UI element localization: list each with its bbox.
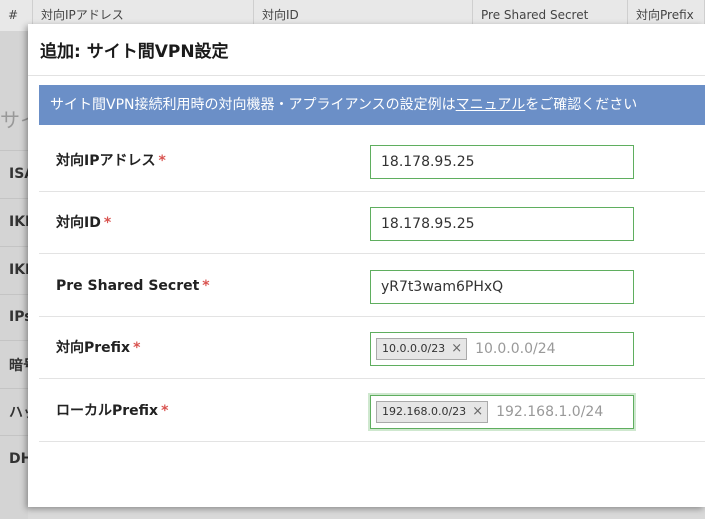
background-heading: サイ [0,108,28,132]
peer-ip-label: 対向IPアドレス * [56,130,166,192]
info-banner: サイト間VPN接続利用時の対向機器・アプライアンスの設定例はマニュアルをご確認く… [39,85,705,125]
required-mark: * [103,215,112,231]
local-prefix-label-text: ローカルPrefix [56,403,159,419]
background-item-ipsec: IPs [9,309,28,325]
prefix-tag-text: 10.0.0.0/23 [382,342,446,355]
background-item-ike-1: IKE [9,214,28,230]
local-prefix-tag-input[interactable]: 192.168.0.0/23 × 192.168.1.0/24 [370,395,634,429]
pre-shared-secret-label: Pre Shared Secret * [56,255,210,317]
form-row-peer-prefix: 対向Prefix * 10.0.0.0/23 × 10.0.0.0/24 [39,317,705,379]
peer-prefix-tag-input[interactable]: 10.0.0.0/23 × 10.0.0.0/24 [370,332,634,366]
dialog-title: 追加: サイト間VPN設定 [40,42,229,62]
pre-shared-secret-label-text: Pre Shared Secret [56,278,200,294]
required-mark: * [202,278,210,294]
manual-link[interactable]: マニュアル [456,97,526,113]
peer-id-label-text: 対向ID [56,215,101,231]
prefix-tag: 192.168.0.0/23 × [376,401,489,423]
local-prefix-label: ローカルPrefix * [56,380,168,442]
background-divider [0,198,28,199]
prefix-tag: 10.0.0.0/23 × [376,338,468,360]
peer-ip-label-text: 対向IPアドレス [56,153,156,169]
peer-prefix-placeholder: 10.0.0.0/24 [475,341,556,357]
form-row-pre-shared-secret: Pre Shared Secret * yR7t3wam6PHxQ [39,255,705,317]
required-mark: * [133,340,141,356]
background-divider [0,294,28,295]
local-prefix-placeholder: 192.168.1.0/24 [496,404,604,420]
background-item-ike-2: IKE [9,262,28,278]
form-row-peer-ip: 対向IPアドレス * 18.178.95.25 [39,130,705,192]
form-row-peer-id: 対向ID * 18.178.95.25 [39,192,705,254]
background-item-hash: ハッ [9,405,28,421]
background-divider [0,150,28,151]
remove-tag-icon[interactable]: × [451,333,462,365]
background-item-encryption: 暗号 [9,358,28,374]
background-item-dh: DH [9,451,28,467]
info-banner-text-suffix: をご確認ください [525,97,638,113]
form-row-local-prefix: ローカルPrefix * 192.168.0.0/23 × 192.168.1.0/… [39,380,705,442]
peer-prefix-label: 対向Prefix * [56,317,140,379]
prefix-tag-text: 192.168.0.0/23 [382,405,467,418]
dialog-title-divider [28,75,705,76]
info-banner-text: サイト間VPN接続利用時の対向機器・アプライアンスの設定例は [50,97,456,113]
required-mark: * [161,403,169,419]
background-divider [0,388,28,389]
peer-id-label: 対向ID * [56,192,111,254]
background-divider [0,435,28,436]
background-divider [0,246,28,247]
pre-shared-secret-input[interactable]: yR7t3wam6PHxQ [370,270,634,304]
background-item-isakmp: ISA [9,166,28,182]
background-divider [0,340,28,341]
add-site-vpn-dialog: 追加: サイト間VPN設定 サイト間VPN接続利用時の対向機器・アプライアンスの… [28,24,705,507]
required-mark: * [158,153,166,169]
peer-ip-input[interactable]: 18.178.95.25 [370,145,634,179]
peer-id-input[interactable]: 18.178.95.25 [370,207,634,241]
remove-tag-icon[interactable]: × [472,396,483,428]
peer-prefix-label-text: 対向Prefix [56,340,131,356]
